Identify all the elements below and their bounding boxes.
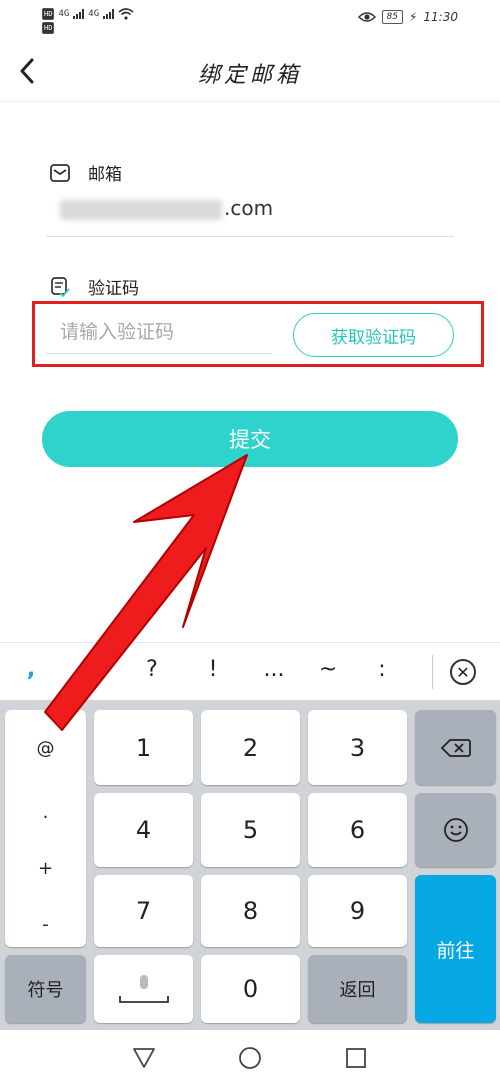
symbol-key[interactable]: ? — [137, 657, 167, 682]
symbol-key[interactable]: : — [367, 657, 397, 682]
go-key[interactable]: 前往 — [415, 875, 496, 1023]
verification-code-input[interactable] — [46, 310, 272, 354]
status-right: 85 ⚡ 11:30 — [357, 10, 458, 24]
close-icon: ✕ — [456, 662, 470, 682]
wifi-icon — [118, 8, 134, 20]
return-key[interactable]: 返回 — [308, 955, 407, 1023]
mail-icon — [50, 163, 70, 182]
key-1[interactable]: 1 — [94, 710, 193, 785]
side-symbol-column[interactable]: @ . + - — [5, 710, 86, 947]
circle-home-icon — [239, 1047, 261, 1069]
square-recent-icon — [346, 1048, 366, 1068]
network-type-2: 4G — [88, 9, 100, 19]
backspace-icon — [440, 738, 471, 757]
nav-back-button[interactable] — [130, 1044, 158, 1072]
microphone-icon — [118, 975, 169, 1003]
nav-home-button[interactable] — [236, 1044, 264, 1072]
email-field[interactable]: .com — [60, 196, 273, 220]
key-plus[interactable]: + — [5, 858, 86, 879]
space-mic-key[interactable] — [94, 955, 193, 1023]
symbol-key[interactable]: ~ — [313, 657, 343, 682]
signal-icon — [73, 9, 85, 19]
key-8[interactable]: 8 — [201, 875, 300, 947]
signal-icon — [103, 9, 115, 19]
system-nav-bar — [0, 1030, 500, 1084]
key-minus[interactable]: - — [5, 914, 86, 935]
title-bar: 绑定邮箱 — [0, 40, 500, 102]
key-2[interactable]: 2 — [201, 710, 300, 785]
document-check-icon — [51, 276, 70, 297]
email-label: 邮箱 — [88, 165, 122, 185]
charging-icon: ⚡ — [408, 10, 418, 24]
eye-icon — [357, 12, 376, 22]
numeric-keyboard: @ . + - 1 2 3 4 5 6 7 8 9 前往 符号 0 返回 — [0, 700, 500, 1030]
key-dot[interactable]: . — [5, 802, 86, 823]
code-label: 验证码 — [88, 279, 139, 299]
signal-indicators: HD 4G 4G HD — [42, 8, 134, 34]
key-4[interactable]: 4 — [94, 793, 193, 867]
key-3[interactable]: 3 — [308, 710, 407, 785]
smiley-icon — [443, 818, 468, 842]
delete-key[interactable] — [415, 710, 496, 785]
submit-button[interactable]: 提交 — [42, 411, 458, 467]
battery-icon: 85 — [381, 10, 403, 24]
code-label-row: 验证码 — [50, 274, 139, 299]
status-bar: HD 4G 4G HD 85 ⚡ 11:30 — [0, 0, 500, 40]
email-label-row: 邮箱 — [50, 160, 122, 185]
keyboard-symbol-bar: , ? ! ... ~ : ✕ — [0, 642, 500, 700]
email-redacted — [60, 199, 222, 220]
symbol-key[interactable]: , — [16, 657, 46, 682]
symbol-key[interactable]: ! — [198, 657, 228, 682]
key-6[interactable]: 6 — [308, 793, 407, 867]
key-0[interactable]: 0 — [201, 955, 300, 1023]
key-5[interactable]: 5 — [201, 793, 300, 867]
keyboard-close-button[interactable]: ✕ — [450, 659, 476, 685]
email-suffix: .com — [224, 196, 274, 220]
emoji-key[interactable] — [415, 793, 496, 867]
network-type-1: 4G — [58, 9, 70, 19]
triangle-back-icon — [133, 1048, 155, 1068]
symbol-key[interactable]: ... — [259, 657, 289, 682]
nav-recent-button[interactable] — [342, 1044, 370, 1072]
key-7[interactable]: 7 — [94, 875, 193, 947]
email-underline — [46, 236, 454, 237]
hd-icon: HD — [42, 22, 55, 34]
clock: 11:30 — [423, 10, 458, 24]
symbol-switch-key[interactable]: 符号 — [5, 955, 86, 1023]
get-code-button[interactable]: 获取验证码 — [293, 313, 454, 357]
key-9[interactable]: 9 — [308, 875, 407, 947]
divider — [432, 655, 433, 689]
hd-icon: HD — [42, 8, 55, 20]
page-title: 绑定邮箱 — [197, 63, 302, 88]
key-at[interactable]: @ — [5, 738, 86, 759]
